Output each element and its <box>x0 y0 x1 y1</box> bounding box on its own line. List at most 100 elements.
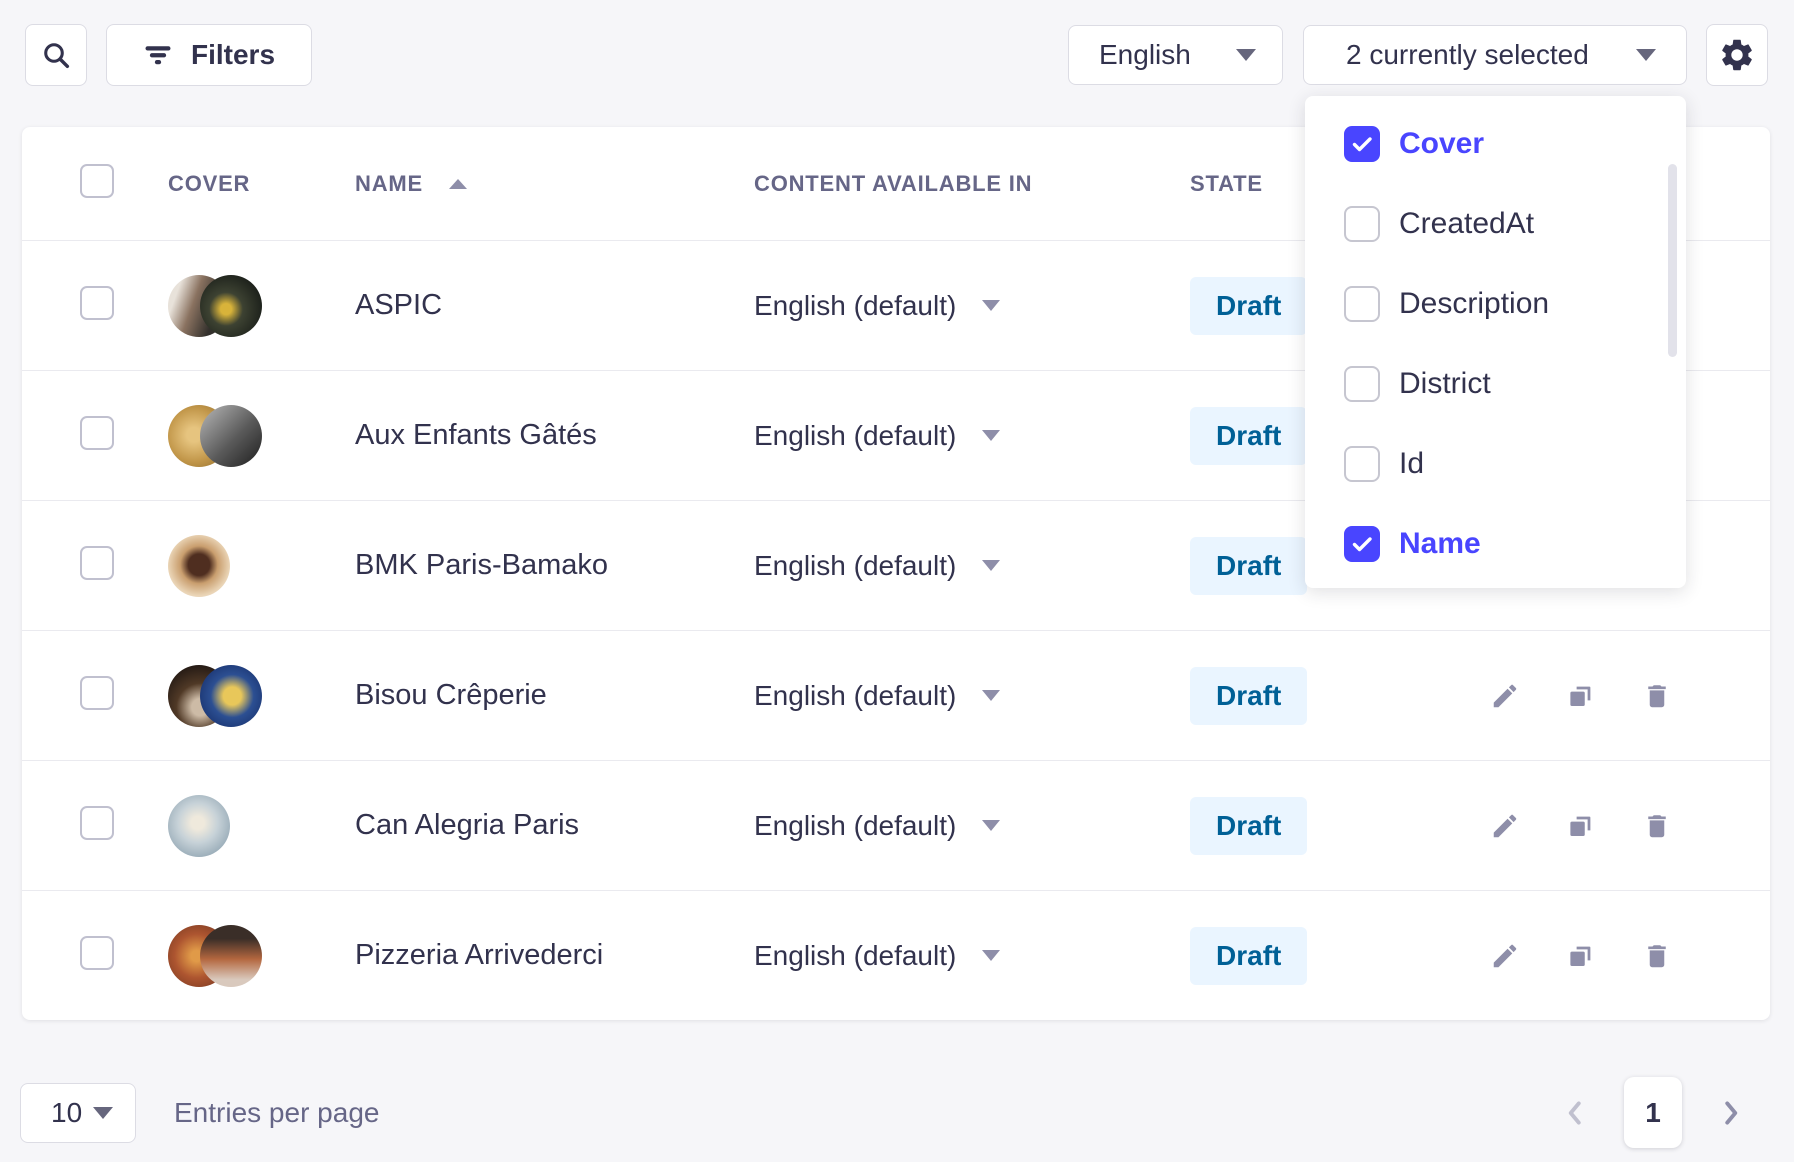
row-checkbox[interactable] <box>80 286 114 320</box>
chevron-down-icon <box>982 300 1000 311</box>
checkbox-checked-icon[interactable] <box>1344 526 1380 562</box>
column-header-content-available-in[interactable]: CONTENT AVAILABLE IN <box>754 171 1190 197</box>
previous-page-button[interactable] <box>1562 1098 1588 1128</box>
page-1-button[interactable]: 1 <box>1624 1077 1682 1148</box>
page-size-value: 10 <box>51 1097 82 1129</box>
entry-name: BMK Paris-Bamako <box>355 549 754 582</box>
column-header-name[interactable]: NAME <box>355 171 754 197</box>
chevron-down-icon <box>1636 49 1656 61</box>
cover-avatar <box>200 925 262 987</box>
entries-per-page-label: Entries per page <box>174 1097 379 1129</box>
dropdown-item-cover[interactable]: Cover <box>1305 104 1686 184</box>
sort-asc-icon <box>449 179 467 189</box>
chevron-down-icon <box>93 1107 113 1119</box>
chevron-down-icon <box>982 430 1000 441</box>
page-size-select[interactable]: 10 <box>20 1083 136 1143</box>
locale-value: English (default) <box>754 550 956 582</box>
locale-dropdown[interactable]: English (default) <box>754 940 1190 972</box>
row-checkbox[interactable] <box>80 806 114 840</box>
dropdown-item-label: District <box>1399 367 1491 401</box>
cover-cell <box>168 665 355 727</box>
chevron-down-icon <box>1236 49 1256 61</box>
locale-dropdown[interactable]: English (default) <box>754 420 1190 452</box>
entry-name: Aux Enfants Gâtés <box>355 419 754 452</box>
entry-name: Can Alegria Paris <box>355 809 754 842</box>
checkbox-unchecked-icon[interactable] <box>1344 446 1380 482</box>
locale-select[interactable]: English <box>1068 25 1283 85</box>
chevron-down-icon <box>982 950 1000 961</box>
table-footer: 10 Entries per page 1 <box>0 1077 1794 1148</box>
row-checkbox[interactable] <box>80 936 114 970</box>
dropdown-item-label: Id <box>1399 447 1424 481</box>
dropdown-item-label: Description <box>1399 287 1549 321</box>
cover-cell <box>168 925 355 987</box>
duplicate-icon <box>1566 811 1596 841</box>
row-checkbox[interactable] <box>80 546 114 580</box>
dropdown-item-label: CreatedAt <box>1399 207 1534 241</box>
settings-button[interactable] <box>1706 24 1768 86</box>
columns-select[interactable]: 2 currently selected <box>1303 25 1687 85</box>
delete-button[interactable] <box>1642 811 1672 841</box>
status-badge: Draft <box>1190 407 1307 465</box>
duplicate-icon <box>1566 681 1596 711</box>
dropdown-item-id[interactable]: Id <box>1305 424 1686 504</box>
trash-icon <box>1642 681 1672 711</box>
search-icon <box>40 39 72 71</box>
chevron-down-icon <box>982 560 1000 571</box>
filters-label: Filters <box>191 39 275 71</box>
locale-value: English (default) <box>754 420 956 452</box>
checkbox-unchecked-icon[interactable] <box>1344 366 1380 402</box>
delete-button[interactable] <box>1642 681 1672 711</box>
duplicate-button[interactable] <box>1566 941 1596 971</box>
table-row: Bisou Crêperie English (default) Draft <box>22 630 1770 760</box>
dropdown-scrollbar[interactable] <box>1668 164 1677 357</box>
dropdown-item-label: Cover <box>1399 127 1484 161</box>
pencil-icon <box>1490 941 1520 971</box>
row-checkbox[interactable] <box>80 676 114 710</box>
columns-select-value: 2 currently selected <box>1346 39 1589 71</box>
pencil-icon <box>1490 681 1520 711</box>
checkbox-unchecked-icon[interactable] <box>1344 286 1380 322</box>
filter-icon <box>143 40 173 70</box>
dropdown-item-description[interactable]: Description <box>1305 264 1686 344</box>
duplicate-button[interactable] <box>1566 811 1596 841</box>
row-checkbox[interactable] <box>80 416 114 450</box>
duplicate-icon <box>1566 941 1596 971</box>
checkbox-checked-icon[interactable] <box>1344 126 1380 162</box>
cover-avatar <box>168 795 230 857</box>
filters-button[interactable]: Filters <box>106 24 312 86</box>
locale-value: English (default) <box>754 680 956 712</box>
entry-name: ASPIC <box>355 289 754 322</box>
checkbox-unchecked-icon[interactable] <box>1344 206 1380 242</box>
select-all-checkbox[interactable] <box>80 164 114 198</box>
dropdown-item-district[interactable]: District <box>1305 344 1686 424</box>
edit-button[interactable] <box>1490 811 1520 841</box>
status-badge: Draft <box>1190 537 1307 595</box>
next-page-button[interactable] <box>1718 1098 1744 1128</box>
cover-cell <box>168 795 355 857</box>
dropdown-item-name[interactable]: Name <box>1305 504 1686 584</box>
chevron-down-icon <box>982 820 1000 831</box>
column-header-cover[interactable]: COVER <box>168 171 355 197</box>
locale-dropdown[interactable]: English (default) <box>754 680 1190 712</box>
edit-button[interactable] <box>1490 681 1520 711</box>
cover-avatar <box>200 275 262 337</box>
locale-dropdown[interactable]: English (default) <box>754 290 1190 322</box>
edit-button[interactable] <box>1490 941 1520 971</box>
locale-select-value: English <box>1099 39 1191 71</box>
dropdown-item-createdat[interactable]: CreatedAt <box>1305 184 1686 264</box>
locale-value: English (default) <box>754 810 956 842</box>
trash-icon <box>1642 811 1672 841</box>
status-badge: Draft <box>1190 277 1307 335</box>
columns-dropdown-panel: Cover CreatedAt Description District Id … <box>1305 96 1686 588</box>
search-button[interactable] <box>25 24 87 86</box>
locale-value: English (default) <box>754 940 956 972</box>
cover-cell <box>168 405 355 467</box>
locale-dropdown[interactable]: English (default) <box>754 550 1190 582</box>
cover-avatar <box>168 535 230 597</box>
duplicate-button[interactable] <box>1566 681 1596 711</box>
status-badge: Draft <box>1190 797 1307 855</box>
delete-button[interactable] <box>1642 941 1672 971</box>
dropdown-item-label: Name <box>1399 527 1481 561</box>
locale-dropdown[interactable]: English (default) <box>754 810 1190 842</box>
